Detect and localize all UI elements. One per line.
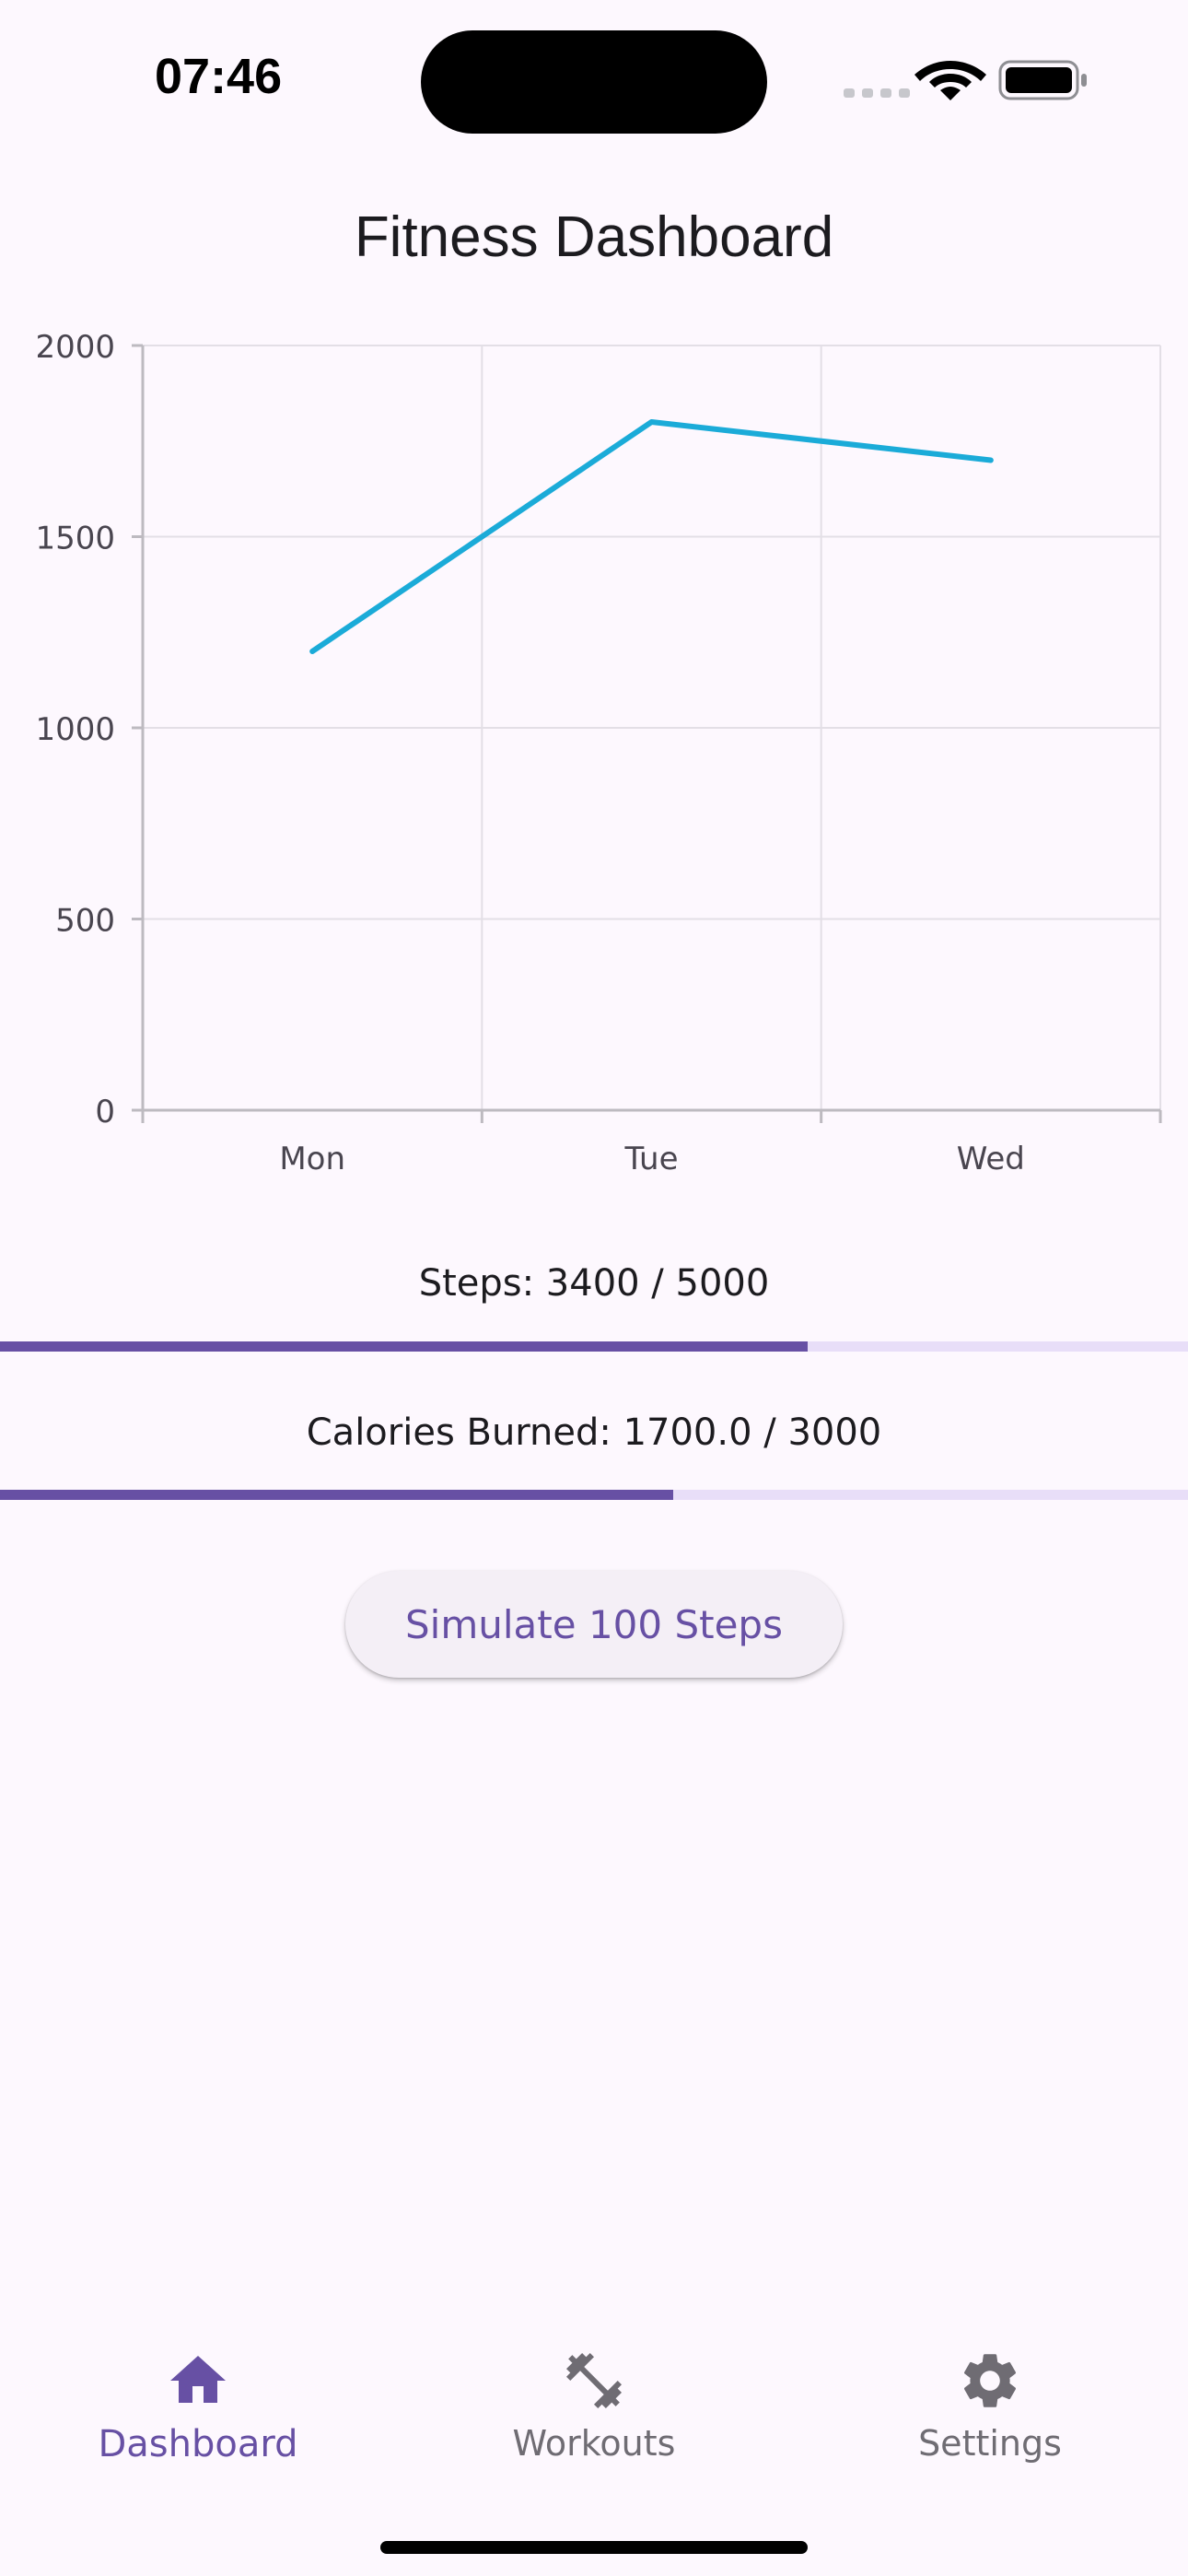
y-tick-label: 500 [55,903,115,940]
steps-progress-fill [0,1341,809,1352]
y-tick-label: 1000 [35,711,115,748]
y-tick-label: 0 [95,1094,115,1130]
nav-label-workouts: Workouts [512,2423,676,2464]
dumbbell-icon [566,2353,622,2408]
nav-label-settings: Settings [918,2423,1062,2464]
line-chart: 0 500 1000 1500 2000 Mon Tue Wed [35,329,1162,1177]
steps-label: Steps: 3400 / 5000 [418,1262,770,1305]
battery-icon [998,60,1087,100]
calories-progress-bar [0,1490,1188,1500]
x-tick-label: Wed [957,1141,1025,1177]
nav-item-settings[interactable]: Settings [792,2313,1188,2478]
home-icon [170,2356,226,2403]
bottom-navigation: Dashboard Workouts Settings [0,2313,1188,2478]
x-tick-label: Tue [623,1141,678,1177]
y-tick-label: 1500 [35,521,115,557]
calories-progress-fill [0,1490,673,1500]
calories-label: Calories Burned: 1700.0 / 3000 [306,1411,882,1454]
page-title: Fitness Dashboard [354,205,834,269]
x-tick-label: Mon [279,1141,345,1177]
status-time: 07:46 [155,49,283,104]
y-tick-label: 2000 [35,329,115,366]
nav-item-workouts[interactable]: Workouts [396,2313,792,2478]
home-indicator [380,2541,808,2554]
nav-label-dashboard: Dashboard [98,2423,298,2465]
status-icons [840,57,1089,103]
cellular-signal-icon [844,88,910,98]
steps-progress-bar [0,1341,1188,1352]
wifi-icon [914,61,986,100]
nav-item-dashboard[interactable]: Dashboard [0,2313,396,2478]
dynamic-island [421,30,767,134]
simulate-steps-button[interactable]: Simulate 100 Steps [345,1571,843,1678]
gear-icon [963,2354,1017,2407]
